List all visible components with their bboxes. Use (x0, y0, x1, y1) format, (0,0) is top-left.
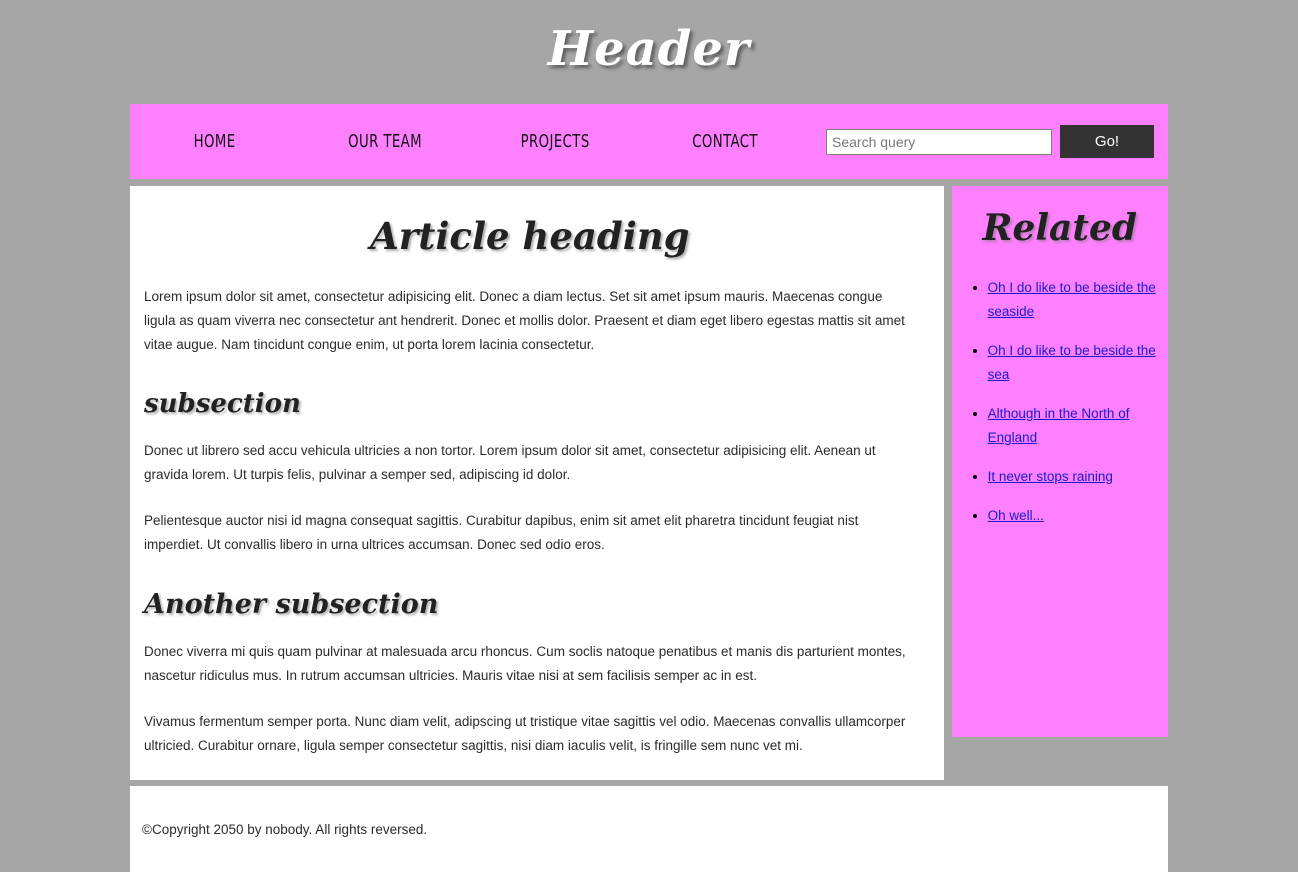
page-shell: HOME OUR TEAM PROJECTS CONTACT Go! (130, 104, 1168, 872)
content-row: Article heading Lorem ipsum dolor sit am… (130, 186, 1168, 780)
article-subheading-1: subsection (144, 389, 301, 419)
search-go-button[interactable]: Go! (1060, 125, 1154, 158)
site-footer: ©Copyright 2050 by nobody. All rights re… (130, 786, 1168, 872)
search-form: Go! (826, 125, 1154, 158)
nav-item-contact[interactable]: CONTACT (640, 131, 810, 152)
site-title: Header (547, 21, 751, 77)
related-sidebar: Related Oh I do like to be beside the se… (951, 186, 1168, 737)
nav-item-projects[interactable]: PROJECTS (470, 131, 640, 152)
related-sidebar-title: Related (982, 207, 1138, 249)
list-item[interactable]: Oh well... (988, 504, 1158, 528)
article-paragraph-1-2: Pelientesque auctor nisi id magna conseq… (144, 513, 859, 552)
search-input[interactable] (826, 128, 1052, 155)
site-header: Header (0, 0, 1298, 104)
article-intro-paragraph: Lorem ipsum dolor sit amet, consectetur … (144, 289, 905, 352)
nav-item-our-team[interactable]: OUR TEAM (300, 131, 470, 152)
article-paragraph-2-2: Vivamus fermentum semper porta. Nunc dia… (144, 714, 906, 753)
article-paragraph-1-1: Donec ut librero sed accu vehicula ultri… (144, 443, 876, 482)
nav-link-our-team[interactable]: OUR TEAM (348, 131, 422, 152)
article-title: Article heading (370, 214, 690, 258)
article-main: Article heading Lorem ipsum dolor sit am… (130, 186, 944, 780)
related-link-2[interactable]: Oh I do like to be beside the sea (988, 343, 1156, 382)
main-navigation: HOME OUR TEAM PROJECTS CONTACT Go! (130, 104, 1168, 179)
article-inner: Article heading Lorem ipsum dolor sit am… (142, 218, 918, 758)
related-link-4[interactable]: It never stops raining (988, 469, 1113, 484)
related-link-3[interactable]: Although in the North of England (988, 406, 1130, 445)
list-item[interactable]: It never stops raining (988, 465, 1158, 489)
footer-copyright: ©Copyright 2050 by nobody. All rights re… (142, 821, 428, 837)
nav-link-projects[interactable]: PROJECTS (520, 131, 589, 152)
nav-link-home[interactable]: HOME (194, 131, 236, 152)
list-item[interactable]: Oh I do like to be beside the seaside (988, 276, 1158, 324)
article-paragraph-2-1: Donec viverra mi quis quam pulvinar at m… (144, 644, 906, 683)
article-subheading-2: Another subsection (144, 589, 439, 620)
related-link-list: Oh I do like to be beside the seaside Oh… (962, 276, 1158, 528)
list-item[interactable]: Oh I do like to be beside the sea (988, 339, 1158, 387)
page-root: Header HOME OUR TEAM PROJECTS CONTACT Se… (0, 0, 1298, 872)
related-link-5[interactable]: Oh well... (988, 508, 1044, 523)
list-item[interactable]: Although in the North of England (988, 402, 1158, 450)
related-link-1[interactable]: Oh I do like to be beside the seaside (988, 280, 1156, 319)
nav-link-list: HOME OUR TEAM PROJECTS CONTACT (130, 131, 810, 152)
nav-item-home[interactable]: HOME (130, 131, 300, 152)
nav-link-contact[interactable]: CONTACT (692, 131, 758, 152)
